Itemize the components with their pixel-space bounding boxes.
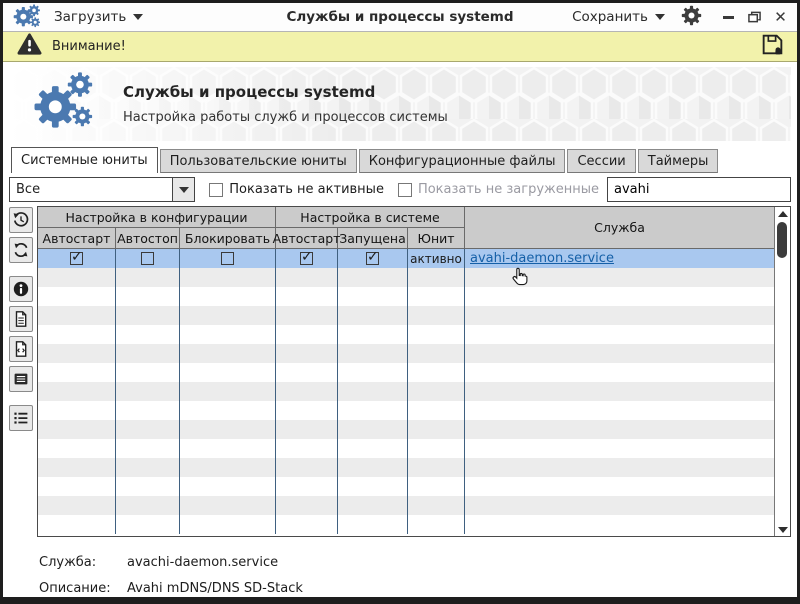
service-status-label: Служба: [39,554,97,570]
load-menu-label: Загрузить [54,9,127,25]
restore-button[interactable] [748,11,761,24]
tab-config-files[interactable]: Конфигурационные файлы [358,149,566,173]
search-input[interactable] [607,177,791,202]
save-file-icon[interactable] [760,32,785,61]
header-banner: Службы и процессы systemd Настройка рабо… [9,67,791,141]
warning-bar: Внимание! [3,32,797,62]
column-header-autostop[interactable]: Автостоп [116,228,180,249]
dropdown-arrow-button[interactable] [172,178,195,201]
page-title: Службы и процессы systemd [123,83,376,101]
table-row-empty [38,401,774,420]
table-row-empty [38,325,774,344]
table-row-empty [38,382,774,401]
description-status-label: Описание: [39,580,111,596]
close-button[interactable]: ✕ [774,9,787,24]
triangle-up-icon [777,210,788,217]
table-row-empty [38,287,774,306]
service-link[interactable]: avahi-daemon.service [470,251,614,266]
document-icon [15,311,27,327]
table-row-empty [38,344,774,363]
unit-state-badge: активно [410,251,462,266]
tab-timers[interactable]: Таймеры [637,149,719,173]
table-row-empty [38,439,774,458]
column-header-service[interactable]: Служба [465,207,774,249]
group-header-config: Настройка в конфигурации [38,207,276,228]
column-header-running[interactable]: Запущена [338,228,408,249]
info-icon [13,281,29,297]
unit-filter-dropdown[interactable]: Все [9,177,196,202]
app-logo-gears-icon [33,72,95,136]
table-row-empty [38,268,774,287]
page-subtitle: Настройка работы служб и процессов систе… [123,110,448,125]
minimize-button[interactable] [722,11,735,24]
units-table: Настройка в конфигурации Настройка в сис… [37,206,791,537]
column-header-unit[interactable]: Юнит [408,228,465,249]
unit-list-icon [14,412,28,424]
journal-icon [14,373,28,385]
titlebar: Загрузить Службы и процессы systemd Сохр… [3,3,797,32]
content-row: Настройка в конфигурации Настройка в сис… [9,206,791,537]
app-window: Загрузить Службы и процессы systemd Сохр… [0,0,800,604]
table-row-empty [38,363,774,382]
table-row-empty [38,515,774,534]
vertical-scrollbar[interactable] [774,207,790,536]
column-header-autostart-config[interactable]: Автостарт [38,228,116,249]
table-body: активно avahi-daemon.service [38,249,774,536]
column-header-block[interactable]: Блокировать [180,228,276,249]
show-unloaded-checkbox[interactable] [397,182,412,197]
unit-file-button[interactable] [9,306,33,332]
side-toolbar [9,206,34,537]
show-inactive-checkbox[interactable] [209,182,224,197]
scroll-up-button[interactable] [775,207,790,220]
tab-sessions[interactable]: Сессии [567,149,636,173]
history-icon [13,212,29,227]
table-row-empty [38,306,774,325]
chevron-down-icon [178,186,189,193]
refresh-icon [14,242,28,258]
table-row-selected[interactable]: активно avahi-daemon.service [38,249,774,268]
journal-button[interactable] [9,366,33,392]
column-header-autostart-system[interactable]: Автостарт [273,228,340,249]
show-inactive-label: Показать не активные [229,182,384,197]
source-file-button[interactable] [9,336,33,362]
app-gears-icon [13,3,41,32]
checkbox-config-autostop[interactable] [141,252,154,265]
table-row-empty [38,477,774,496]
checkbox-config-block[interactable] [221,252,234,265]
table-row-empty [38,458,774,477]
scrollbar-thumb[interactable] [777,222,787,258]
service-status-value: avachi-daemon.service [127,554,279,570]
table-row-empty [38,496,774,515]
source-file-icon [15,341,27,357]
chevron-down-icon [133,14,144,20]
checkbox-config-autostart[interactable] [70,249,83,265]
checkbox-system-running[interactable] [366,249,379,265]
description-status-value: Avahi mDNS/DNS SD-Stack [127,580,303,596]
status-area: Служба: avachi-daemon.service Описание: … [9,549,791,597]
unit-filter-value: Все [16,182,41,197]
table-row-empty [38,420,774,439]
table-header: Настройка в конфигурации Настройка в сис… [38,207,774,249]
info-button[interactable] [9,276,33,302]
history-button[interactable] [9,207,33,233]
checkbox-system-autostart[interactable] [300,249,313,265]
unit-list-button[interactable] [9,405,33,431]
scroll-down-button[interactable] [775,523,790,536]
tab-user-units[interactable]: Пользовательские юниты [159,149,357,173]
tab-system-units[interactable]: Системные юниты [11,147,158,173]
group-header-system: Настройка в системе [276,207,465,228]
settings-gear-icon[interactable] [681,5,702,30]
warning-label: Внимание! [52,39,126,54]
save-menu-label: Сохранить [572,9,648,25]
refresh-button[interactable] [9,237,33,263]
show-unloaded-label: Показать не загруженные [417,182,599,197]
tab-bar: Системные юниты Пользовательские юниты К… [9,147,791,173]
load-menu-button[interactable]: Загрузить [54,9,144,25]
warning-triangle-icon [17,33,42,60]
save-menu-button[interactable]: Сохранить [572,9,665,25]
triangle-down-icon [777,526,788,533]
filter-row: Все Показать не активные Показать не заг… [9,177,791,202]
main-area: Службы и процессы systemd Настройка рабо… [3,62,797,597]
chevron-down-icon [655,14,665,20]
